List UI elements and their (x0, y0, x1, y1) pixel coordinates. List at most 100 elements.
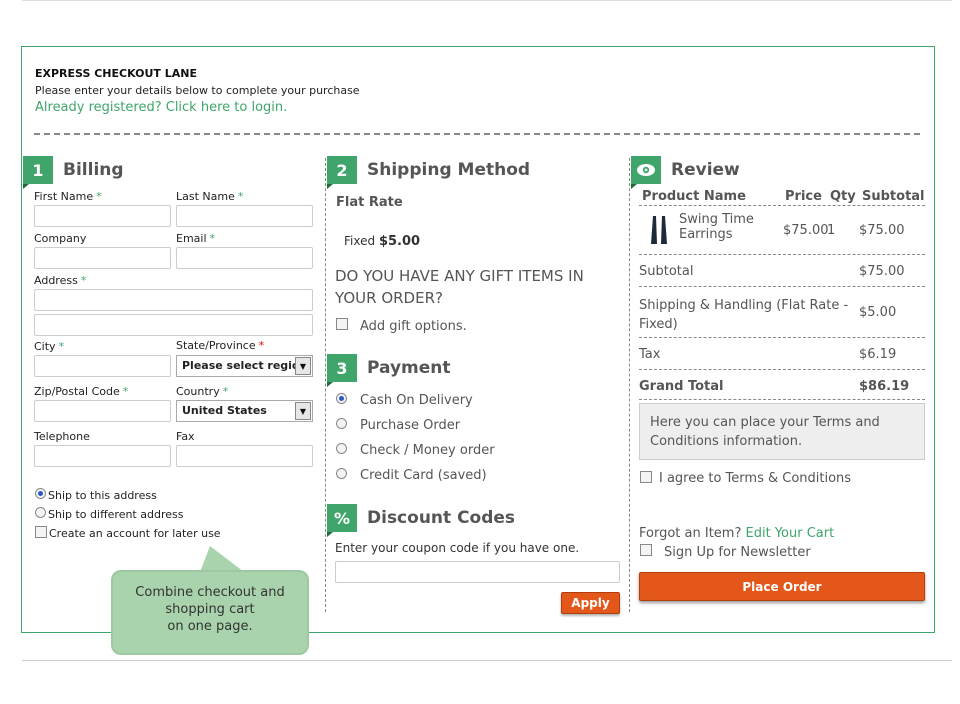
city-field[interactable] (34, 355, 171, 377)
state-select-value: Please select region, state or province (182, 359, 312, 372)
fax-field[interactable] (176, 445, 313, 467)
row-divider (639, 254, 925, 255)
review-title: Review (671, 160, 740, 180)
address-line2-field[interactable] (34, 314, 313, 336)
column-header-price: Price (785, 189, 822, 204)
subtotal-value: $75.00 (859, 264, 905, 279)
product-name: Swing Time Earrings (679, 212, 754, 242)
percent-icon: % (327, 504, 357, 537)
callout-line: Combine checkout and (135, 585, 285, 600)
product-qty: 1 (827, 223, 836, 238)
shipping-handling-label: Shipping & Handling (Flat Rate - Fixed) (639, 298, 849, 332)
newsletter-label: Sign Up for Newsletter (664, 545, 811, 560)
product-subtotal: $75.00 (859, 223, 905, 238)
forgot-item-label: Forgot an Item? Edit Your Cart (639, 526, 835, 541)
column-header-subtotal: Subtotal (862, 189, 925, 204)
gift-options-label: Add gift options. (360, 319, 467, 334)
apply-coupon-button[interactable]: Apply (561, 592, 620, 614)
payment-option-label: Purchase Order (360, 418, 461, 433)
country-select-value: United States (182, 404, 267, 417)
shipping-header: 2 Shipping Method (327, 156, 531, 189)
create-account-checkbox[interactable] (35, 526, 47, 538)
shipping-fixed-rate: Fixed $5.00 (344, 234, 421, 249)
payment-radio-check-money-order[interactable] (336, 443, 347, 454)
edit-cart-link[interactable]: Edit Your Cart (746, 526, 835, 541)
last-name-label: Last Name * (176, 190, 244, 203)
tax-label: Tax (639, 347, 661, 362)
country-label: Country * (176, 385, 229, 398)
callout-tail (200, 546, 244, 572)
payment-title: Payment (367, 358, 451, 378)
payment-option-label: Check / Money order (360, 443, 495, 458)
shipping-handling-value: $5.00 (859, 305, 897, 320)
discount-title: Discount Codes (367, 508, 516, 528)
gift-items-question: DO YOU HAVE ANY GIFT ITEMS IN YOUR ORDER? (335, 267, 584, 307)
payment-radio-cash-on-delivery[interactable] (336, 393, 347, 404)
ship-to-this-address-radio[interactable] (35, 488, 46, 499)
row-divider (639, 337, 925, 338)
payment-radio-credit-card[interactable] (336, 468, 347, 479)
row-divider (639, 369, 925, 370)
page-subtitle: Please enter your details below to compl… (35, 84, 360, 97)
billing-step-number: 1 (23, 156, 53, 189)
telephone-field[interactable] (34, 445, 171, 467)
column-divider (325, 158, 326, 612)
city-label: City * (34, 340, 65, 353)
subtotal-label: Subtotal (639, 264, 694, 279)
login-link[interactable]: Already registered? Click here to login. (35, 100, 287, 115)
ship-to-different-address-radio[interactable] (35, 507, 46, 518)
company-field[interactable] (34, 247, 171, 269)
shipping-method-name: Flat Rate (336, 195, 403, 210)
place-order-button[interactable]: Place Order (639, 572, 925, 601)
billing-title: Billing (63, 160, 124, 180)
coupon-code-field[interactable] (335, 561, 620, 583)
ship-to-different-address-label: Ship to different address (48, 508, 184, 521)
company-label: Company (34, 232, 87, 245)
payment-option-label: Cash On Delivery (360, 393, 473, 408)
state-select[interactable]: Please select region, state or province … (176, 355, 313, 377)
row-divider (639, 205, 925, 206)
tax-value: $6.19 (859, 347, 897, 362)
review-header: Review (631, 156, 740, 189)
address-label: Address * (34, 274, 87, 287)
email-label: Email * (176, 232, 216, 245)
column-divider (629, 158, 630, 612)
billing-header: 1 Billing (23, 156, 124, 189)
terms-box: Here you can place your Terms and Condit… (639, 403, 925, 460)
payment-option-label: Credit Card (saved) (360, 468, 487, 483)
shipping-title: Shipping Method (367, 160, 531, 180)
gift-options-checkbox[interactable] (336, 318, 348, 330)
top-divider (22, 0, 952, 1)
first-name-field[interactable] (34, 205, 171, 227)
feature-callout: Combine checkout and shopping cart on on… (111, 570, 309, 655)
country-select[interactable]: United States ▼ (176, 400, 313, 422)
page-title: EXPRESS CHECKOUT LANE (35, 67, 197, 80)
product-price: $75.00 (783, 223, 829, 238)
newsletter-checkbox[interactable] (640, 544, 652, 556)
callout-line: on one page. (167, 619, 253, 634)
product-thumbnail (648, 214, 670, 246)
callout-line: shopping cart (165, 602, 255, 617)
payment-step-number: 3 (327, 354, 357, 387)
fax-label: Fax (176, 430, 195, 443)
last-name-field[interactable] (176, 205, 313, 227)
email-field[interactable] (176, 247, 313, 269)
telephone-label: Telephone (34, 430, 90, 443)
row-divider (639, 399, 925, 400)
zip-field[interactable] (34, 400, 171, 422)
agree-terms-checkbox[interactable] (640, 471, 652, 483)
shipping-step-number: 2 (327, 156, 357, 189)
agree-terms-label: I agree to Terms & Conditions (659, 471, 852, 486)
address-line1-field[interactable] (34, 289, 313, 311)
bottom-divider (22, 660, 952, 661)
header-separator (34, 133, 920, 135)
grand-total-value: $86.19 (859, 379, 910, 394)
first-name-label: First Name * (34, 190, 102, 203)
eye-icon (631, 156, 661, 189)
discount-header: % Discount Codes (327, 504, 516, 537)
payment-header: 3 Payment (327, 354, 451, 387)
create-account-label: Create an account for later use (49, 527, 221, 540)
zip-label: Zip/Postal Code * (34, 385, 129, 398)
payment-radio-purchase-order[interactable] (336, 418, 347, 429)
row-divider (639, 286, 925, 287)
